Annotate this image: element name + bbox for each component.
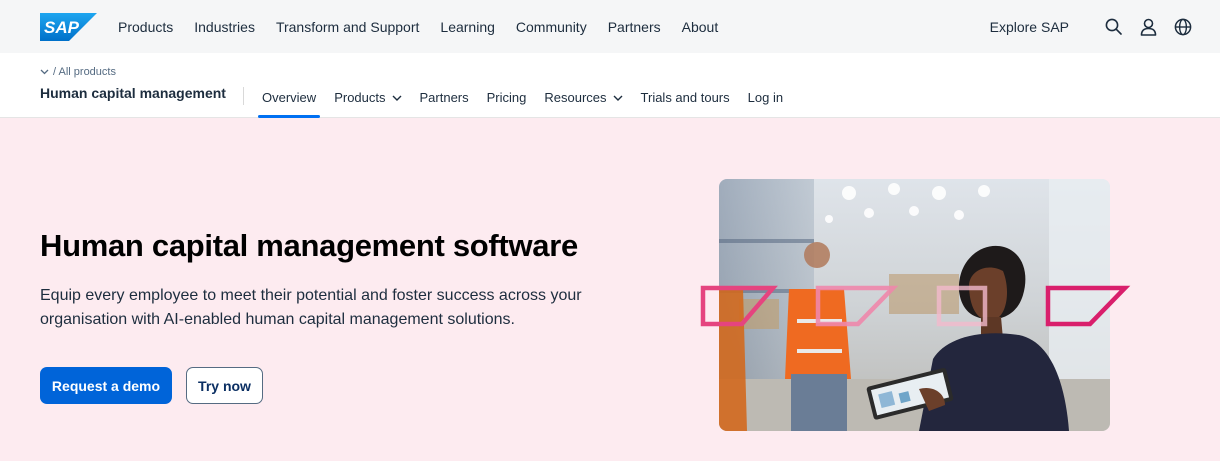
tab-resources[interactable]: Resources	[544, 81, 623, 109]
nav-community[interactable]: Community	[516, 19, 587, 35]
tab-log-in[interactable]: Log in	[748, 81, 783, 109]
nav-industries[interactable]: Industries	[194, 19, 255, 35]
try-now-button[interactable]: Try now	[186, 367, 263, 404]
chevron-down-icon	[613, 95, 623, 101]
hero-title: Human capital management software	[40, 228, 578, 263]
hero-section: Human capital management software Equip …	[0, 118, 1220, 461]
nav-transform-support[interactable]: Transform and Support	[276, 19, 419, 35]
tab-pricing[interactable]: Pricing	[487, 81, 527, 109]
explore-sap-link[interactable]: Explore SAP	[990, 19, 1069, 35]
hero-description: Equip every employee to meet their poten…	[40, 287, 582, 328]
header-actions: Explore SAP	[990, 0, 1192, 53]
sap-logo[interactable]: SAP	[40, 13, 97, 41]
search-icon[interactable]	[1104, 18, 1122, 36]
globe-icon[interactable]	[1174, 18, 1192, 36]
tab-label: Overview	[262, 90, 317, 105]
tab-label: Pricing	[486, 90, 527, 105]
breadcrumb-all-products[interactable]: / All products	[53, 66, 116, 78]
nav-products[interactable]: Products	[118, 19, 173, 35]
divider	[243, 87, 244, 105]
nav-learning[interactable]: Learning	[440, 19, 495, 35]
chevron-down-icon	[392, 95, 402, 101]
tab-label: Partners	[419, 90, 469, 105]
global-header: SAP Products Industries Transform and Su…	[0, 0, 1220, 53]
logo-text: SAP	[44, 18, 80, 37]
product-nav: Overview Products Partners Pricing Resou…	[257, 81, 801, 118]
user-icon[interactable]	[1139, 18, 1157, 36]
product-subnav: / All products Human capital management …	[0, 53, 1220, 118]
chevron-down-icon	[40, 69, 49, 75]
nav-about[interactable]: About	[682, 19, 719, 35]
tab-label: Resources	[544, 90, 607, 105]
breadcrumb[interactable]: / All products	[40, 66, 116, 78]
tab-trials-tours[interactable]: Trials and tours	[641, 81, 730, 109]
tab-label: Trials and tours	[640, 90, 730, 105]
product-title: Human capital management	[40, 85, 226, 101]
tab-partners[interactable]: Partners	[420, 81, 469, 109]
nav-partners[interactable]: Partners	[608, 19, 661, 35]
tab-label: Log in	[747, 90, 784, 105]
tab-overview[interactable]: Overview	[257, 81, 321, 118]
tab-products[interactable]: Products	[334, 81, 401, 109]
global-nav: Products Industries Transform and Suppor…	[118, 0, 739, 53]
decorative-shapes	[700, 285, 1131, 327]
tab-label: Products	[334, 90, 386, 105]
request-demo-button[interactable]: Request a demo	[40, 367, 172, 404]
